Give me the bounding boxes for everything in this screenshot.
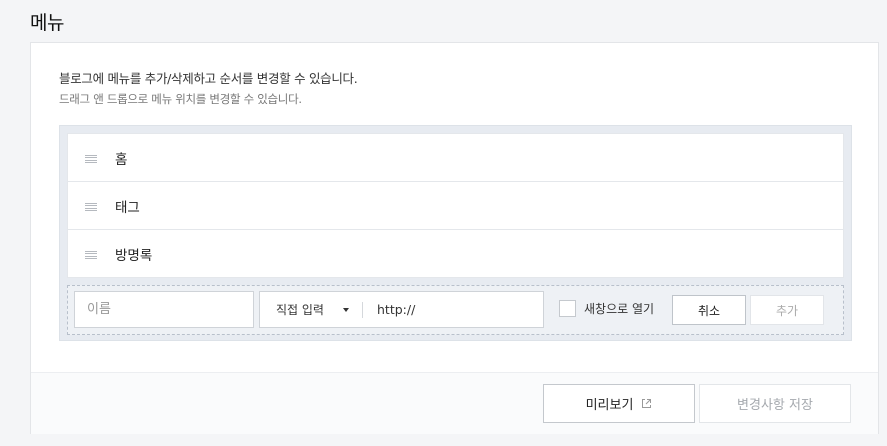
drag-handle-icon[interactable] xyxy=(85,202,97,212)
page-title: 메뉴 xyxy=(30,12,64,34)
preview-button[interactable]: 미리보기 xyxy=(543,384,695,423)
description-primary: 블로그에 메뉴를 추가/삭제하고 순서를 변경할 수 있습니다. xyxy=(59,71,358,86)
menu-name-input[interactable] xyxy=(74,291,254,328)
add-menu-row: 직접 입력 새창으로 열기 취소 추가 xyxy=(67,285,844,335)
link-type-value: 직접 입력 xyxy=(276,303,324,317)
panel-footer: 미리보기 변경사항 저장 xyxy=(31,372,878,434)
menu-item-tag[interactable]: 태그 xyxy=(67,181,844,229)
new-window-checkbox[interactable] xyxy=(559,300,576,317)
menu-item-label: 방명록 xyxy=(115,247,153,264)
link-type-select[interactable]: 직접 입력 xyxy=(260,292,363,327)
preview-label: 미리보기 xyxy=(585,398,634,413)
save-label: 변경사항 저장 xyxy=(737,398,813,413)
menu-settings-panel: 블로그에 메뉴를 추가/삭제하고 순서를 변경할 수 있습니다. 드래그 앤 드… xyxy=(30,42,879,434)
new-window-label: 새창으로 열기 xyxy=(584,302,655,316)
divider xyxy=(362,302,363,318)
new-window-toggle[interactable]: 새창으로 열기 xyxy=(559,300,654,317)
external-link-icon xyxy=(642,399,652,408)
menu-item-guestbook[interactable]: 방명록 xyxy=(67,229,844,278)
url-input[interactable] xyxy=(364,293,540,326)
url-field-group: 직접 입력 xyxy=(259,291,544,328)
save-changes-button[interactable]: 변경사항 저장 xyxy=(699,384,851,423)
cancel-button[interactable]: 취소 xyxy=(672,295,746,325)
add-button[interactable]: 추가 xyxy=(750,295,824,325)
menu-item-home[interactable]: 홈 xyxy=(67,133,844,181)
menu-list: 홈 태그 방명록 xyxy=(67,133,844,278)
description-secondary: 드래그 앤 드롭으로 메뉴 위치를 변경할 수 있습니다. xyxy=(59,92,302,106)
menu-item-label: 태그 xyxy=(115,199,140,216)
menu-item-label: 홈 xyxy=(115,151,128,168)
chevron-down-icon xyxy=(343,308,349,312)
drag-handle-icon[interactable] xyxy=(85,154,97,164)
drag-handle-icon[interactable] xyxy=(85,250,97,260)
menu-editor-area: 홈 태그 방명록 직접 입력 새창으 xyxy=(59,125,852,341)
